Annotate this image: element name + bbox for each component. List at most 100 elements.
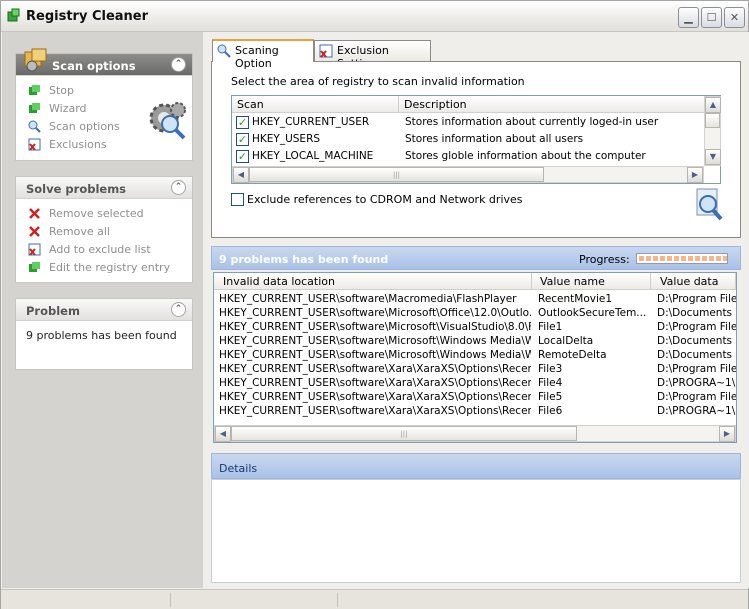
checkbox-checked[interactable]: ✓ [236, 133, 249, 146]
registry-hive-list[interactable]: Scan Description ✓ HKEY_CURRENT_USER Sto… [231, 95, 721, 184]
list-item[interactable]: ✓ HKEY_USERS Stores information about al… [232, 131, 704, 148]
list-item[interactable]: ✓ HKEY_LOCAL_MACHINE Stores globle infor… [232, 148, 704, 165]
hive-name: HKEY_USERS [252, 133, 321, 145]
cell-value-name: File3 [538, 363, 563, 375]
tab-exclusion-settings[interactable]: Exclusion Settings [314, 40, 431, 70]
sidebar-item-label: Scan options [49, 120, 120, 133]
details-header[interactable]: Details [211, 453, 741, 479]
table-row[interactable]: HKEY_CURRENT_USER\software\Microsoft\Vis… [214, 321, 736, 335]
sidebar-item-edit-registry-entry[interactable]: Edit the registry entry [16, 259, 192, 277]
table-row[interactable]: HKEY_CURRENT_USER\software\Macromedia\Fl… [214, 293, 736, 307]
details-body [211, 479, 741, 583]
scan-options-header-label: Scan options [52, 59, 136, 73]
scroll-left-button[interactable]: ◀ [215, 426, 231, 442]
arrow-down-icon: ▼ [709, 152, 717, 161]
minimize-button[interactable]: ▁ [678, 7, 699, 28]
sidebar-item-label: Exclusions [49, 138, 107, 151]
column-header-invalid-data-location[interactable]: Invalid data location [214, 273, 532, 290]
cell-value-name: File1 [538, 321, 563, 333]
progress-bar-fill [639, 256, 727, 261]
arrow-right-icon: ▶ [723, 429, 731, 438]
exclusion-icon [28, 138, 41, 151]
double-chevron-up-icon: ⌃ [174, 59, 183, 69]
hive-description: Stores information about all users [405, 133, 584, 145]
column-header-value-data[interactable]: Value data [651, 273, 736, 290]
scan-instruction: Select the area of registry to scan inva… [231, 75, 525, 88]
scroll-down-button[interactable]: ▼ [705, 149, 721, 165]
gears-magnifier-icon [149, 102, 186, 140]
checkbox-checked[interactable]: ✓ [236, 150, 249, 163]
cell-location: HKEY_CURRENT_USER\software\Xara\XaraXS\O… [219, 363, 531, 375]
details-header-label: Details [219, 462, 258, 475]
tab-scaning-option[interactable]: Scaning Option [212, 39, 314, 70]
scan-options-header[interactable]: Scan options ⌃ [16, 48, 192, 76]
scroll-right-button[interactable]: ▶ [719, 426, 735, 442]
column-header-scan[interactable]: Scan [232, 96, 399, 113]
table-row[interactable]: HKEY_CURRENT_USER\software\Xara\XaraXS\O… [214, 377, 736, 391]
collapse-solve-problems-button[interactable]: ⌃ [171, 180, 186, 195]
cell-location: HKEY_CURRENT_USER\software\Xara\XaraXS\O… [219, 377, 531, 389]
green-cube-icon [29, 85, 40, 95]
column-header-description[interactable]: Description [399, 96, 705, 113]
problem-header-label: Problem [26, 304, 80, 318]
list-item[interactable]: ✓ HKEY_CURRENT_USER Stores information a… [232, 114, 704, 131]
table-row[interactable]: HKEY_CURRENT_USER\software\Xara\XaraXS\O… [214, 405, 736, 419]
collapse-scan-options-button[interactable]: ⌃ [171, 57, 186, 72]
checkbox-unchecked[interactable] [231, 193, 244, 206]
problem-header[interactable]: Problem ⌃ [16, 299, 192, 321]
arrow-right-icon: ▶ [691, 170, 699, 179]
registry-cleaner-window: Registry Cleaner ▁ ☐ ✕ Scan options ⌃ St… [0, 0, 749, 609]
magnifier-icon [217, 44, 231, 58]
cell-location: HKEY_CURRENT_USER\software\Microsoft\Win… [219, 349, 531, 361]
sidebar-item-label: Stop [49, 84, 75, 97]
scroll-thumb[interactable]: ||| [249, 167, 544, 182]
sidebar-item-remove-selected[interactable]: Remove selected [16, 205, 192, 223]
scan-options-panel: Scan options ⌃ Stop Wizard Scan options [15, 48, 193, 161]
cell-value-data: D:\Program Files [657, 293, 736, 305]
sidebar-item-label: Wizard [49, 102, 87, 115]
title-bar[interactable]: Registry Cleaner ▁ ☐ ✕ [1, 1, 748, 32]
cell-value-data: D:\Program Files [657, 391, 736, 403]
scan-button-icon[interactable] [691, 187, 725, 223]
table-row[interactable]: HKEY_CURRENT_USER\software\Microsoft\Off… [214, 307, 736, 321]
results-list[interactable]: Invalid data location Value name Value d… [213, 272, 737, 443]
table-row[interactable]: HKEY_CURRENT_USER\software\Xara\XaraXS\O… [214, 391, 736, 405]
magnifier-icon [28, 120, 41, 133]
vertical-scrollbar[interactable]: ▲ ▼ [704, 96, 721, 166]
cell-location: HKEY_CURRENT_USER\software\Microsoft\Vis… [219, 321, 531, 333]
column-header-value-name[interactable]: Value name [532, 273, 651, 290]
status-segment [171, 593, 338, 607]
app-icon [7, 8, 20, 22]
exclusion-icon [28, 243, 41, 256]
scroll-left-button[interactable]: ◀ [233, 167, 249, 183]
solve-problems-header[interactable]: Solve problems ⌃ [16, 177, 192, 199]
table-row[interactable]: HKEY_CURRENT_USER\software\Microsoft\Win… [214, 335, 736, 349]
cell-location: HKEY_CURRENT_USER\software\Macromedia\Fl… [219, 293, 517, 305]
minimize-icon: ▁ [684, 11, 693, 24]
close-icon: ✕ [729, 11, 740, 24]
arrow-left-icon: ◀ [237, 170, 245, 179]
scroll-up-button[interactable]: ▲ [705, 97, 721, 113]
horizontal-scrollbar[interactable]: ◀ ||| ▶ [232, 166, 704, 183]
cell-location: HKEY_CURRENT_USER\software\Xara\XaraXS\O… [219, 405, 531, 417]
results-header-label: 9 problems has been found [219, 253, 389, 266]
sidebar: Scan options ⌃ Stop Wizard Scan options [2, 32, 203, 588]
problem-summary-text: 9 problems has been found [26, 329, 177, 342]
scroll-thumb[interactable]: ||| [231, 426, 577, 441]
sidebar-item-add-to-exclude-list[interactable]: Add to exclude list [16, 241, 192, 259]
scroll-right-button[interactable]: ▶ [687, 167, 703, 183]
table-row[interactable]: HKEY_CURRENT_USER\software\Microsoft\Win… [214, 349, 736, 363]
table-row[interactable]: HKEY_CURRENT_USER\software\Xara\XaraXS\O… [214, 363, 736, 377]
close-button[interactable]: ✕ [724, 7, 745, 28]
sidebar-item-remove-all[interactable]: Remove all [16, 223, 192, 241]
cell-value-data: D:\Documents an [657, 335, 736, 347]
horizontal-scrollbar[interactable]: ◀ ||| ▶ [214, 425, 736, 442]
collapse-problem-button[interactable]: ⌃ [171, 302, 186, 317]
checkbox-checked[interactable]: ✓ [236, 116, 249, 129]
scroll-thumb[interactable] [705, 113, 720, 128]
cell-value-data: D:\Program Files [657, 321, 736, 333]
maximize-icon: ☐ [706, 11, 717, 24]
cell-value-data: D:\PROGRA~1\ [657, 405, 736, 417]
scan-options-tab-panel: Select the area of registry to scan inva… [211, 61, 741, 238]
maximize-button[interactable]: ☐ [701, 7, 722, 28]
